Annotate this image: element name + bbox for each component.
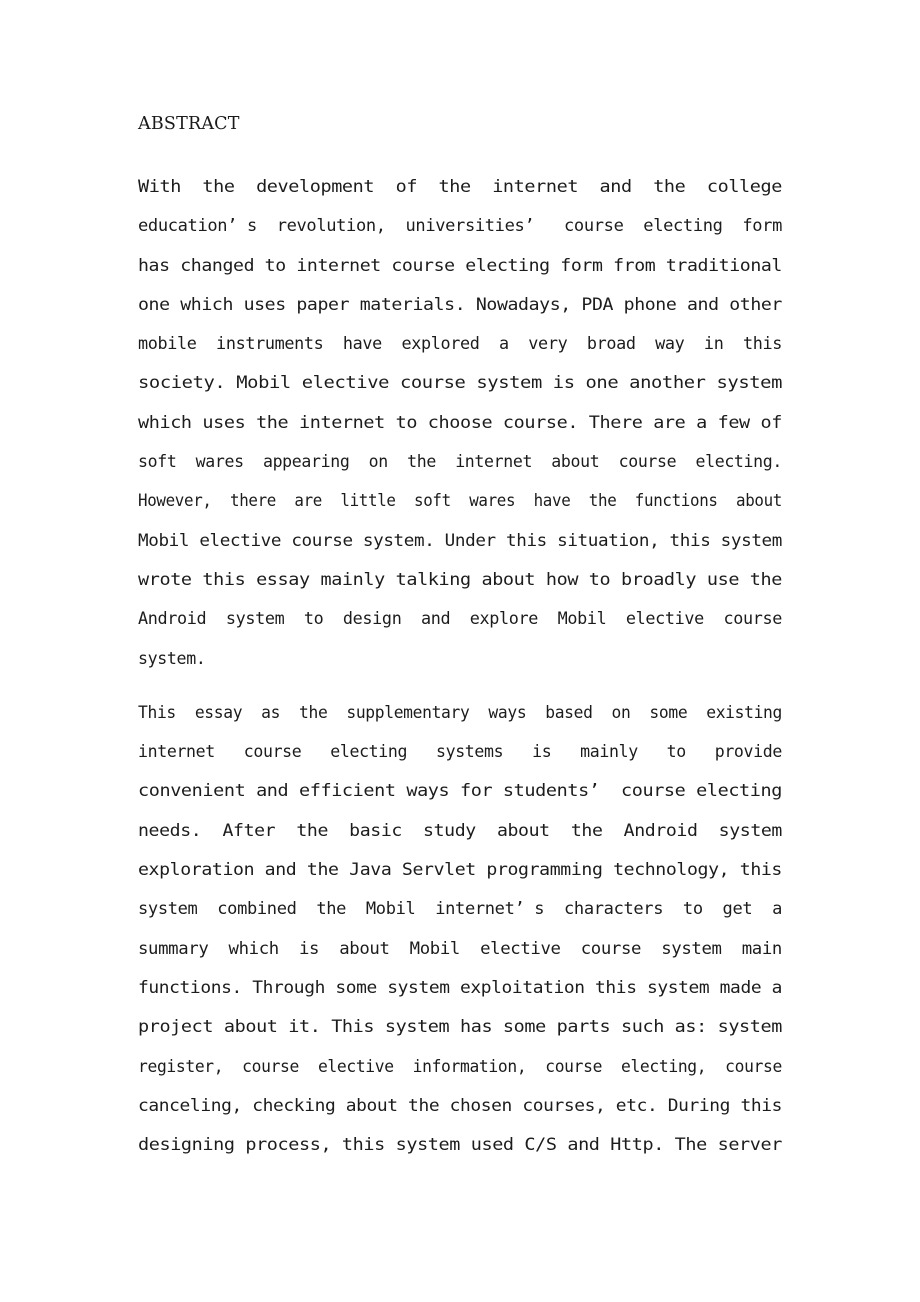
- text-line: Android system to design and explore Mob…: [138, 609, 782, 629]
- abstract-paragraph-1: With the development of the internet and…: [138, 167, 782, 678]
- text-line: system combined the Mobil internet’ s ch…: [138, 899, 782, 919]
- text-line: designing process, this system used C/S …: [138, 1135, 782, 1155]
- text-line: society. Mobil elective course system is…: [138, 373, 782, 393]
- page-content: ABSTRACT With the development of the int…: [138, 112, 782, 1164]
- text-line: This essay as the supplementary ways bas…: [138, 702, 782, 722]
- text-line: With the development of the internet and…: [138, 177, 782, 196]
- text-line: project about it. This system has some p…: [138, 1017, 782, 1037]
- text-line: which uses the internet to choose course…: [138, 412, 782, 432]
- page-title: ABSTRACT: [138, 114, 240, 134]
- text-line: However, there are little soft wares hav…: [138, 491, 782, 511]
- text-line: system.: [138, 648, 206, 668]
- document-page: ABSTRACT With the development of the int…: [0, 0, 920, 1302]
- text-line: exploration and the Java Servlet program…: [138, 860, 782, 880]
- text-line: internet course electing systems is main…: [138, 742, 782, 762]
- text-line: soft wares appearing on the internet abo…: [138, 452, 782, 472]
- text-line: one which uses paper materials. Nowadays…: [138, 294, 782, 314]
- abstract-paragraph-2: This essay as the supplementary ways bas…: [138, 693, 782, 1165]
- text-line: mobile instruments have explored a very …: [138, 334, 782, 354]
- text-line: education’ s revolution, universities’ c…: [138, 216, 782, 236]
- text-line: Mobil elective course system. Under this…: [138, 530, 782, 550]
- text-line: register, course elective information, c…: [138, 1056, 782, 1076]
- text-line: has changed to internet course electing …: [138, 255, 782, 275]
- text-line: convenient and efficient ways for studen…: [138, 781, 782, 801]
- text-line: needs. After the basic study about the A…: [138, 820, 782, 840]
- text-line: functions. Through some system exploitat…: [138, 977, 782, 997]
- text-line: canceling, checking about the chosen cou…: [138, 1095, 782, 1115]
- text-line: wrote this essay mainly talking about ho…: [138, 569, 782, 589]
- text-line: summary which is about Mobil elective co…: [138, 938, 782, 958]
